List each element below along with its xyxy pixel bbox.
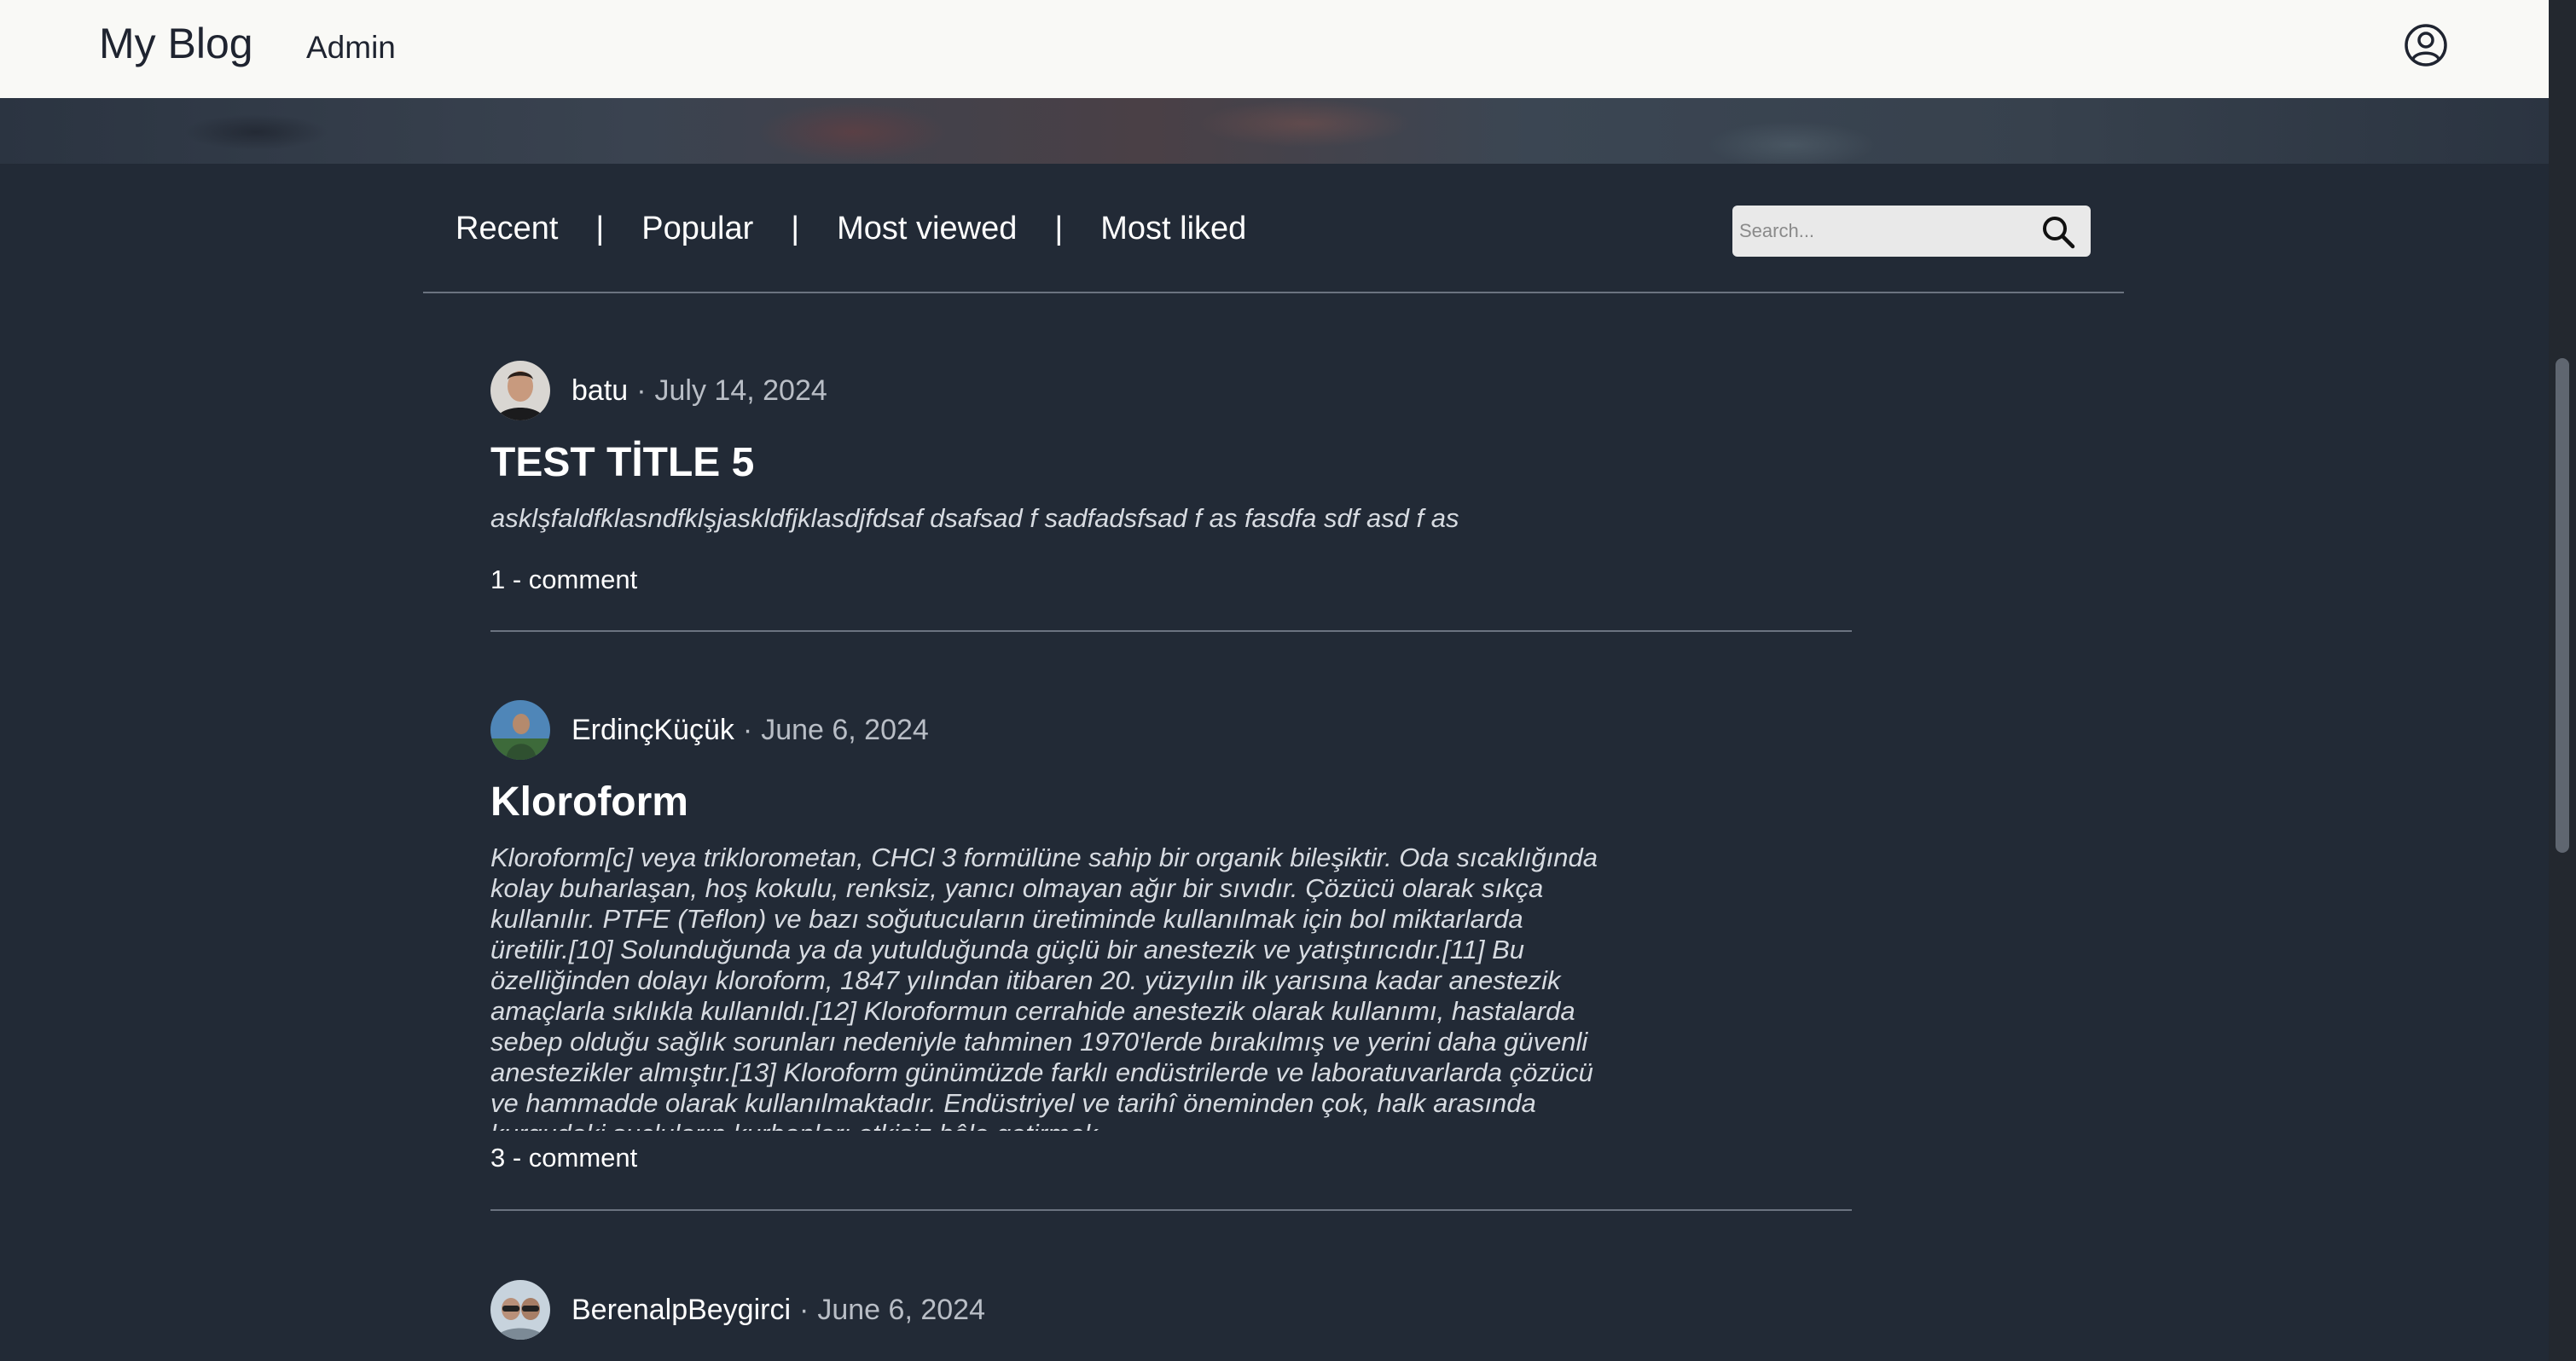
search-box <box>1732 206 2091 257</box>
filter-tabs: Recent | Popular | Most viewed | Most li… <box>455 211 1246 247</box>
avatar[interactable] <box>490 361 550 420</box>
meta-separator: · <box>799 1293 809 1326</box>
avatar[interactable] <box>490 1280 550 1340</box>
post-card: batu · July 14, 2024 TEST TİTLE 5 asklşf… <box>490 360 1852 633</box>
avatar[interactable] <box>490 700 550 760</box>
tab-separator: | <box>791 211 800 246</box>
post-author[interactable]: BerenalpBeygirci <box>571 1294 791 1327</box>
tab-separator: | <box>595 211 605 246</box>
post-author[interactable]: ErdinçKüçük <box>571 714 734 747</box>
scrollbar-thumb[interactable] <box>2556 358 2569 853</box>
post-excerpt: asklşfaldfklasndfklşjaskldfjklasdjfdsaf … <box>490 503 1459 533</box>
post-title[interactable]: TEST TİTLE 5 <box>490 439 754 486</box>
post-divider <box>490 630 1852 632</box>
tabs-divider <box>423 292 2124 293</box>
hero-image <box>0 98 2549 164</box>
tab-most-liked[interactable]: Most liked <box>1100 211 1246 247</box>
nav-admin-link[interactable]: Admin <box>306 30 396 66</box>
tab-popular[interactable]: Popular <box>641 211 753 247</box>
post-date: June 6, 2024 <box>817 1293 985 1326</box>
tab-separator: | <box>1054 211 1064 246</box>
post-meta: BerenalpBeygirci · June 6, 2024 <box>490 1279 985 1341</box>
post-comments-link[interactable]: 3 - comment <box>490 1143 637 1173</box>
top-navbar: My Blog Admin <box>0 0 2549 98</box>
post-comments-link[interactable]: 1 - comment <box>490 565 637 595</box>
tab-recent[interactable]: Recent <box>455 211 558 247</box>
post-divider <box>490 1209 1852 1211</box>
post-meta: ErdinçKüçük · June 6, 2024 <box>490 699 929 761</box>
search-input[interactable] <box>1738 212 2036 250</box>
post-card: BerenalpBeygirci · June 6, 2024 <box>490 1279 1852 1361</box>
post-author[interactable]: batu <box>571 374 628 408</box>
brand-link[interactable]: My Blog <box>99 19 253 68</box>
post-date: June 6, 2024 <box>761 713 929 746</box>
user-circle-icon[interactable] <box>2404 23 2448 67</box>
meta-separator: · <box>636 374 647 407</box>
post-date: July 14, 2024 <box>654 374 827 407</box>
post-meta: batu · July 14, 2024 <box>490 360 827 421</box>
post-card: ErdinçKüçük · June 6, 2024 Kloroform Klo… <box>490 699 1852 1213</box>
magnifier-icon[interactable] <box>2040 214 2076 250</box>
tab-most-viewed[interactable]: Most viewed <box>837 211 1017 247</box>
post-title[interactable]: Kloroform <box>490 779 688 825</box>
meta-separator: · <box>742 713 753 746</box>
post-excerpt: Kloroform[c] veya triklorometan, CHCl 3 … <box>490 843 1598 1131</box>
